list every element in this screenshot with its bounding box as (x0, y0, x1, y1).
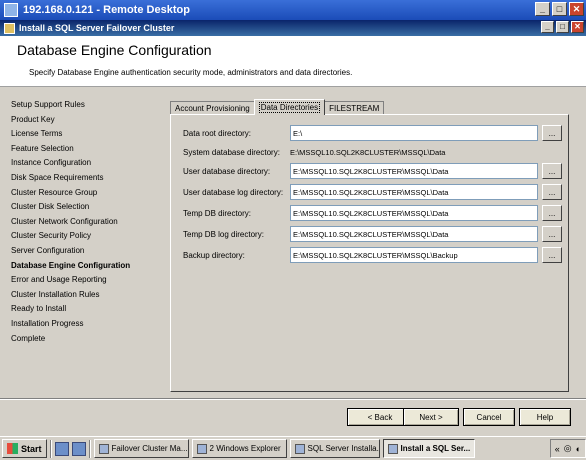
temp-db-log-label: Temp DB log directory: (183, 229, 264, 239)
user-db-row: User database directory: E:\MSSQL10.SQL2… (183, 162, 565, 180)
user-db-log-browse-button[interactable]: ... (542, 184, 562, 200)
user-db-input[interactable]: E:\MSSQL10.SQL2K8CLUSTER\MSSQL\Data (290, 163, 538, 179)
temp-db-row: Temp DB directory: E:\MSSQL10.SQL2K8CLUS… (183, 204, 565, 222)
remote-desktop-icon (4, 3, 18, 17)
nav-item-server-configuration[interactable]: Server Configuration (11, 244, 161, 259)
nav-item-product-key[interactable]: Product Key (11, 113, 161, 128)
temp-db-log-browse-button[interactable]: ... (542, 226, 562, 242)
show-desktop-icon[interactable] (71, 441, 86, 456)
nav-item-cluster-installation-rules[interactable]: Cluster Installation Rules (11, 288, 161, 303)
temp-db-log-input[interactable]: E:\MSSQL10.SQL2K8CLUSTER\MSSQL\Data (290, 226, 538, 242)
folder-icon (196, 443, 207, 454)
sql-server-icon (294, 443, 305, 454)
taskbar-separator (49, 439, 52, 458)
page-header: Database Engine Configuration Specify Da… (0, 36, 586, 87)
task-sql-server-installation[interactable]: SQL Server Installa... (289, 439, 380, 458)
data-root-label: Data root directory: (183, 128, 252, 138)
installer-titlebar: Install a SQL Server Failover Cluster _ … (0, 20, 586, 36)
backup-input[interactable]: E:\MSSQL10.SQL2K8CLUSTER\MSSQL\Backup (290, 247, 538, 263)
installer-maximize-button[interactable]: □ (556, 21, 569, 33)
minimize-button[interactable]: _ (535, 2, 550, 16)
tab-account-provisioning[interactable]: Account Provisioning (170, 101, 255, 115)
volume-icon[interactable]: ◐ (576, 444, 581, 454)
nav-item-cluster-resource-group[interactable]: Cluster Resource Group (11, 186, 161, 201)
installer-title: Install a SQL Server Failover Cluster (19, 23, 175, 33)
data-directories-panel: Data root directory: E:\ ... System data… (170, 114, 569, 392)
close-button[interactable]: ✕ (569, 2, 584, 16)
nav-item-cluster-network[interactable]: Cluster Network Configuration (11, 215, 161, 230)
temp-db-input[interactable]: E:\MSSQL10.SQL2K8CLUSTER\MSSQL\Data (290, 205, 538, 221)
system-db-value: E:\MSSQL10.SQL2K8CLUSTER\MSSQL\Data (290, 147, 446, 157)
chevron-left-icon[interactable]: « (555, 444, 560, 454)
help-button[interactable]: Help (519, 408, 571, 426)
taskbar: Start Failover Cluster Ma... 2 Windows E… (0, 436, 586, 460)
task-install-sql-server[interactable]: Install a SQL Ser... (382, 439, 475, 458)
installer-close-button[interactable]: ✕ (571, 21, 584, 33)
system-db-row: System database directory: E:\MSSQL10.SQ… (183, 143, 565, 161)
temp-db-browse-button[interactable]: ... (542, 205, 562, 221)
user-db-label: User database directory: (183, 166, 271, 176)
nav-item-cluster-disk-selection[interactable]: Cluster Disk Selection (11, 200, 161, 215)
tab-data-directories[interactable]: Data Directories (253, 99, 326, 115)
backup-label: Backup directory: (183, 250, 245, 260)
page-title: Database Engine Configuration (17, 42, 212, 58)
user-db-log-row: User database log directory: E:\MSSQL10.… (183, 183, 565, 201)
remote-desktop-titlebar: 192.168.0.121 - Remote Desktop _ □ ✕ (0, 0, 586, 20)
task-windows-explorer[interactable]: 2 Windows Explorer (191, 439, 287, 458)
backup-row: Backup directory: E:\MSSQL10.SQL2K8CLUST… (183, 246, 565, 264)
windows-logo-icon (7, 443, 18, 454)
user-db-log-input[interactable]: E:\MSSQL10.SQL2K8CLUSTER\MSSQL\Data (290, 184, 538, 200)
installer-minimize-button[interactable]: _ (541, 21, 554, 33)
temp-db-log-row: Temp DB log directory: E:\MSSQL10.SQL2K8… (183, 225, 565, 243)
server-manager-icon[interactable] (54, 441, 69, 456)
nav-item-instance-configuration[interactable]: Instance Configuration (11, 156, 161, 171)
config-tabs: Account Provisioning Data Directories FI… (170, 99, 385, 115)
cluster-manager-icon (98, 443, 109, 454)
setup-steps-nav: Setup Support Rules Product Key License … (11, 98, 161, 346)
network-icon[interactable]: ◎ (564, 443, 572, 454)
nav-item-cluster-security-policy[interactable]: Cluster Security Policy (11, 229, 161, 244)
system-db-label: System database directory: (183, 147, 280, 157)
page-description: Specify Database Engine authentication s… (29, 68, 353, 77)
cancel-button[interactable]: Cancel (463, 408, 515, 426)
nav-item-ready-to-install[interactable]: Ready to Install (11, 302, 161, 317)
next-button[interactable]: Next > (403, 408, 459, 426)
nav-item-feature-selection[interactable]: Feature Selection (11, 142, 161, 157)
nav-item-database-engine-configuration[interactable]: Database Engine Configuration (11, 259, 161, 274)
nav-item-disk-space[interactable]: Disk Space Requirements (11, 171, 161, 186)
nav-item-setup-support-rules[interactable]: Setup Support Rules (11, 98, 161, 113)
backup-browse-button[interactable]: ... (542, 247, 562, 263)
remote-desktop-title: 192.168.0.121 - Remote Desktop (23, 4, 190, 16)
taskbar-separator (88, 439, 91, 458)
user-db-browse-button[interactable]: ... (542, 163, 562, 179)
task-failover-cluster[interactable]: Failover Cluster Ma... (93, 439, 189, 458)
data-root-input[interactable]: E:\ (290, 125, 538, 141)
start-button[interactable]: Start (2, 439, 47, 458)
user-db-log-label: User database log directory: (183, 187, 284, 197)
nav-item-complete[interactable]: Complete (11, 332, 161, 347)
sql-setup-task-icon (387, 443, 398, 454)
nav-item-error-usage-reporting[interactable]: Error and Usage Reporting (11, 273, 161, 288)
nav-item-installation-progress[interactable]: Installation Progress (11, 317, 161, 332)
sql-setup-icon (4, 22, 15, 34)
data-root-row: Data root directory: E:\ ... (183, 124, 565, 142)
footer-divider (0, 398, 586, 400)
system-tray: « ◎ ◐ (549, 439, 586, 458)
data-root-browse-button[interactable]: ... (542, 125, 562, 141)
temp-db-label: Temp DB directory: (183, 208, 252, 218)
nav-item-license-terms[interactable]: License Terms (11, 127, 161, 142)
tab-filestream[interactable]: FILESTREAM (324, 101, 385, 115)
maximize-button[interactable]: □ (552, 2, 567, 16)
